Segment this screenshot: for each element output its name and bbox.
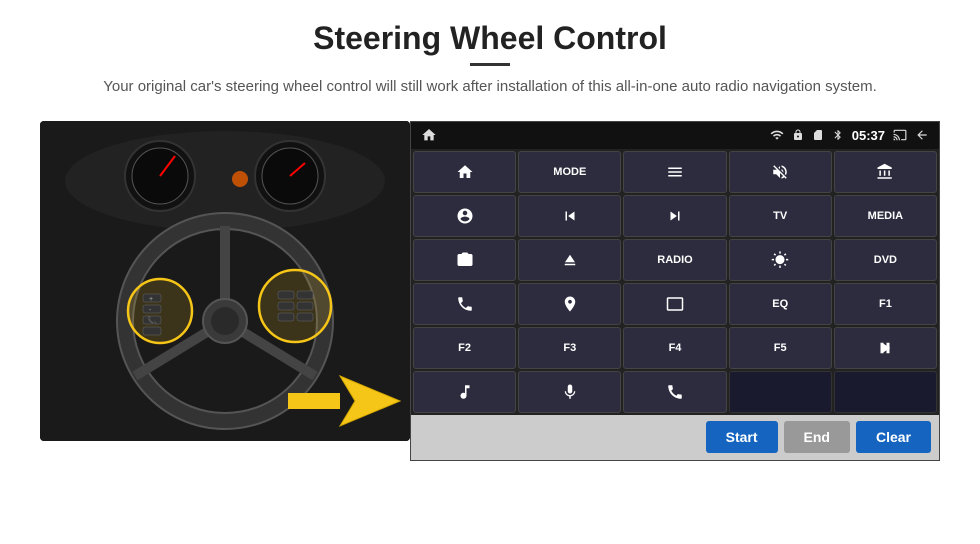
btn-tv[interactable]: TV — [729, 195, 832, 237]
btn-settings[interactable] — [413, 195, 516, 237]
btn-360cam[interactable] — [413, 239, 516, 281]
btn-f1[interactable]: F1 — [834, 283, 937, 325]
wifi-icon — [770, 128, 784, 142]
btn-mode[interactable]: MODE — [518, 151, 621, 193]
svg-text:📞: 📞 — [147, 315, 157, 325]
content-row: + - 📞 — [40, 121, 940, 461]
sim-icon — [812, 129, 824, 141]
btn-screen[interactable] — [623, 283, 726, 325]
btn-home[interactable] — [413, 151, 516, 193]
button-grid: MODE — [411, 149, 939, 415]
lock-icon — [792, 129, 804, 141]
btn-next[interactable] — [623, 195, 726, 237]
btn-phone[interactable] — [413, 283, 516, 325]
btn-navigation[interactable] — [518, 283, 621, 325]
btn-f3[interactable]: F3 — [518, 327, 621, 369]
svg-text:+: + — [149, 296, 153, 303]
title-divider — [470, 63, 510, 66]
btn-eject[interactable] — [518, 239, 621, 281]
end-button[interactable]: End — [784, 421, 850, 453]
start-button[interactable]: Start — [706, 421, 778, 453]
back-icon — [915, 128, 929, 142]
btn-empty-2 — [834, 371, 937, 413]
btn-music[interactable] — [413, 371, 516, 413]
subtitle-text: Your original car's steering wheel contr… — [103, 76, 877, 99]
title-section: Steering Wheel Control Your original car… — [103, 20, 877, 113]
action-bar: Start End Clear — [411, 415, 939, 460]
btn-f4[interactable]: F4 — [623, 327, 726, 369]
status-bar-left — [421, 127, 437, 143]
btn-media[interactable]: MEDIA — [834, 195, 937, 237]
btn-phone-end[interactable] — [623, 371, 726, 413]
clear-button[interactable]: Clear — [856, 421, 931, 453]
btn-f2[interactable]: F2 — [413, 327, 516, 369]
btn-mute[interactable] — [729, 151, 832, 193]
btn-microphone[interactable] — [518, 371, 621, 413]
bluetooth-icon — [832, 129, 844, 141]
status-bar: 05:37 — [411, 122, 939, 149]
btn-dvd[interactable]: DVD — [834, 239, 937, 281]
btn-eq[interactable]: EQ — [729, 283, 832, 325]
btn-prev[interactable] — [518, 195, 621, 237]
status-bar-right: 05:37 — [770, 128, 929, 143]
btn-empty-1 — [729, 371, 832, 413]
android-panel: 05:37 MODE — [410, 121, 940, 461]
btn-f5[interactable]: F5 — [729, 327, 832, 369]
btn-apps[interactable] — [834, 151, 937, 193]
status-time: 05:37 — [852, 128, 885, 143]
btn-play-pause[interactable] — [834, 327, 937, 369]
page-title: Steering Wheel Control — [103, 20, 877, 57]
cast-icon — [893, 128, 907, 142]
btn-radio[interactable]: RADIO — [623, 239, 726, 281]
home-status-icon — [421, 127, 437, 143]
page-container: Steering Wheel Control Your original car… — [0, 0, 980, 544]
steering-wheel-image: + - 📞 — [40, 121, 410, 441]
btn-menu-list[interactable] — [623, 151, 726, 193]
btn-brightness[interactable] — [729, 239, 832, 281]
